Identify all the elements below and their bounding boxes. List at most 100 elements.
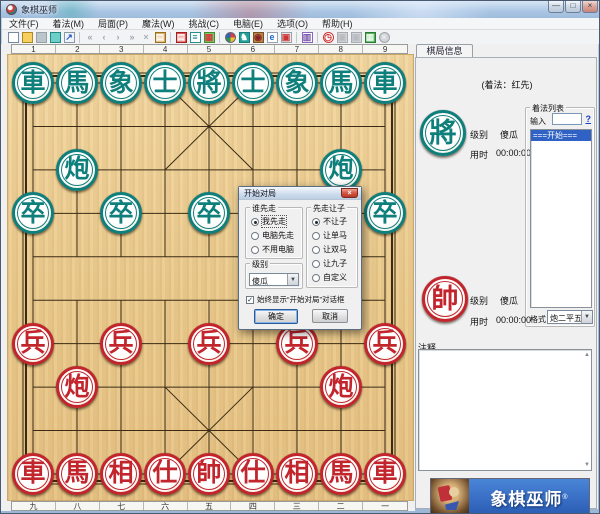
ok-button[interactable]: 确定 [254,309,298,324]
save-file-icon[interactable] [34,31,48,44]
menu-item-2[interactable]: 局面(P) [91,18,135,30]
watch-mode-icon[interactable]: ◉ [251,31,265,44]
black-piece-卒[interactable]: 卒 [188,192,230,234]
checkbox-icon[interactable]: ✓ [246,296,254,304]
move-listbox[interactable]: ===开始=== [530,129,592,308]
engine-a-icon[interactable]: ▣ [335,31,349,44]
radio-不用电脑[interactable]: 不用电脑 [251,245,294,254]
red-piece-兵[interactable]: 兵 [364,323,406,365]
move-list-icon[interactable]: ≡ [188,31,202,44]
format-combobox[interactable]: 炮二平五 ▼ [547,310,593,324]
move-input-field[interactable] [552,113,582,125]
black-piece-象[interactable]: 象 [276,62,318,104]
notes-textarea[interactable]: ▲ ▼ [418,349,592,471]
chevron-down-icon[interactable]: ▼ [581,311,592,323]
move-list-item[interactable]: ===开始=== [531,130,591,141]
red-piece-車[interactable]: 車 [364,453,406,495]
menu-item-3[interactable]: 魔法(W) [135,18,182,30]
engine-b-icon[interactable]: ▣ [349,31,363,44]
minimize-button[interactable]: — [548,1,564,13]
black-piece-卒[interactable]: 卒 [364,192,406,234]
red-piece-帥[interactable]: 帥 [188,453,230,495]
show-board-icon[interactable]: ▦ [202,31,216,44]
black-piece-卒[interactable]: 卒 [12,192,54,234]
tab-game-info[interactable]: 棋局信息 [416,44,473,57]
radio-icon[interactable] [251,218,259,226]
radio-我先走[interactable]: 我先走 [251,217,286,226]
title-bar[interactable]: 象棋巫师 — □ × [1,1,600,18]
last-move-icon[interactable]: » [125,31,139,44]
radio-让九子[interactable]: 让九子 [312,259,347,268]
menu-item-6[interactable]: 选项(O) [270,18,315,30]
menu-item-1[interactable]: 着法(M) [46,18,92,30]
black-piece-將[interactable]: 將 [188,62,230,104]
web-link-icon[interactable]: e [265,31,279,44]
menu-item-7[interactable]: 帮助(H) [315,18,360,30]
black-piece-馬[interactable]: 馬 [320,62,362,104]
menu-item-4[interactable]: 挑战(C) [182,18,227,30]
timer-icon[interactable]: ◷ [321,31,335,44]
fullscreen-icon[interactable]: ▦ [363,31,377,44]
menu-item-0[interactable]: 文件(F) [2,18,46,30]
prev-move-icon[interactable]: ‹ [97,31,111,44]
open-file-icon[interactable] [20,31,34,44]
red-piece-炮[interactable]: 炮 [320,366,362,408]
radio-电脑先走[interactable]: 电脑先走 [251,231,294,240]
maximize-button[interactable]: □ [565,1,581,13]
red-piece-兵[interactable]: 兵 [12,323,54,365]
package-icon[interactable]: ▣ [279,31,293,44]
black-piece-士[interactable]: 士 [232,62,274,104]
radio-让单马[interactable]: 让单马 [312,231,347,240]
open-book-icon[interactable]: ▤ [174,31,188,44]
radio-icon[interactable] [312,246,320,254]
red-piece-炮[interactable]: 炮 [56,366,98,408]
red-piece-仕[interactable]: 仕 [232,453,274,495]
copy-position-icon[interactable] [48,31,62,44]
black-piece-卒[interactable]: 卒 [100,192,142,234]
black-piece-車[interactable]: 車 [364,62,406,104]
black-piece-象[interactable]: 象 [100,62,142,104]
black-piece-車[interactable]: 車 [12,62,54,104]
scroll-down-icon[interactable]: ▼ [584,462,590,468]
chevron-down-icon[interactable]: ▼ [287,274,298,285]
manual-book-icon[interactable]: ▥ [300,31,314,44]
scroll-up-icon[interactable]: ▲ [584,352,590,358]
radio-不让子[interactable]: 不让子 [312,217,347,226]
red-piece-車[interactable]: 車 [12,453,54,495]
edit-position-icon[interactable]: ↗ [62,31,76,44]
red-piece-馬[interactable]: 馬 [56,453,98,495]
always-show-checkbox-row[interactable]: ✓ 始终显示“开始对局”对话框 [246,294,345,305]
black-piece-炮[interactable]: 炮 [320,149,362,191]
hint-ball-icon[interactable] [223,31,237,44]
help-link[interactable]: ? [586,114,592,124]
paste-icon[interactable]: ▤ [153,31,167,44]
dialog-close-button[interactable]: × [341,188,358,198]
analyze-icon[interactable]: ♞ [237,31,251,44]
close-button[interactable]: × [582,1,598,13]
new-file-icon[interactable] [6,31,20,44]
radio-icon[interactable] [251,232,259,240]
radio-icon[interactable] [312,218,320,226]
red-piece-馬[interactable]: 馬 [320,453,362,495]
radio-让双马[interactable]: 让双马 [312,245,347,254]
radio-icon[interactable] [312,274,320,282]
radio-icon[interactable] [251,246,259,254]
black-piece-士[interactable]: 士 [144,62,186,104]
menu-item-5[interactable]: 电脑(E) [226,18,270,30]
black-piece-炮[interactable]: 炮 [56,149,98,191]
black-piece-馬[interactable]: 馬 [56,62,98,104]
first-move-icon[interactable]: « [83,31,97,44]
red-piece-兵[interactable]: 兵 [188,323,230,365]
cancel-button[interactable]: 取消 [312,309,348,323]
radio-自定义[interactable]: 自定义 [312,273,347,282]
delete-move-icon[interactable]: × [139,31,153,44]
radio-icon[interactable] [312,232,320,240]
red-piece-仕[interactable]: 仕 [144,453,186,495]
level-combobox[interactable]: 傻瓜 ▼ [249,273,299,286]
red-piece-相[interactable]: 相 [100,453,142,495]
red-piece-兵[interactable]: 兵 [100,323,142,365]
next-move-icon[interactable]: › [111,31,125,44]
stop-icon[interactable]: × [377,31,391,44]
red-piece-相[interactable]: 相 [276,453,318,495]
radio-icon[interactable] [312,260,320,268]
